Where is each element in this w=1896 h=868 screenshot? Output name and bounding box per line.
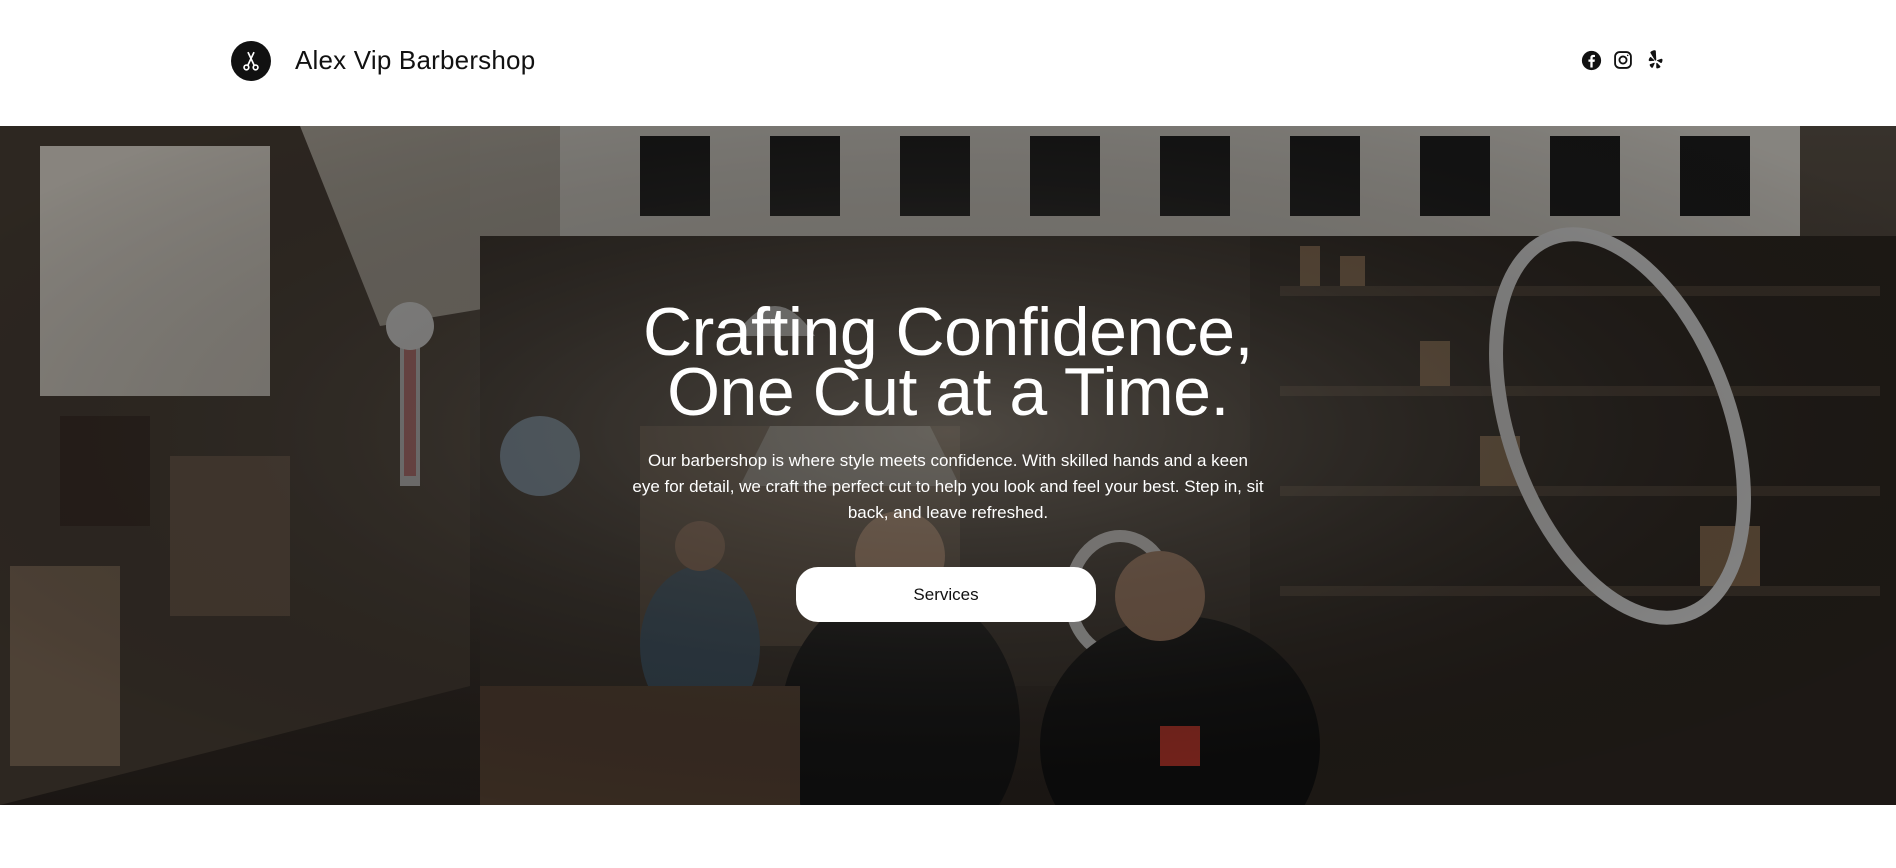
hero-title-line-1: Crafting Confidence, — [643, 294, 1253, 370]
hero-description: Our barbershop is where style meets conf… — [632, 451, 1264, 522]
site-title[interactable]: Alex Vip Barbershop — [295, 44, 535, 76]
hero-section: Crafting Confidence, One Cut at a Time. … — [0, 126, 1896, 805]
yelp-icon[interactable] — [1644, 49, 1666, 71]
site-header: Alex Vip Barbershop — [0, 0, 1896, 126]
hero-title-line-2: One Cut at a Time. — [667, 354, 1229, 430]
hero-title: Crafting Confidence, One Cut at a Time. — [548, 294, 1348, 430]
scissors-icon[interactable] — [231, 41, 271, 81]
instagram-icon[interactable] — [1612, 49, 1634, 71]
services-button[interactable]: Services — [796, 567, 1096, 622]
facebook-icon[interactable] — [1580, 49, 1602, 71]
